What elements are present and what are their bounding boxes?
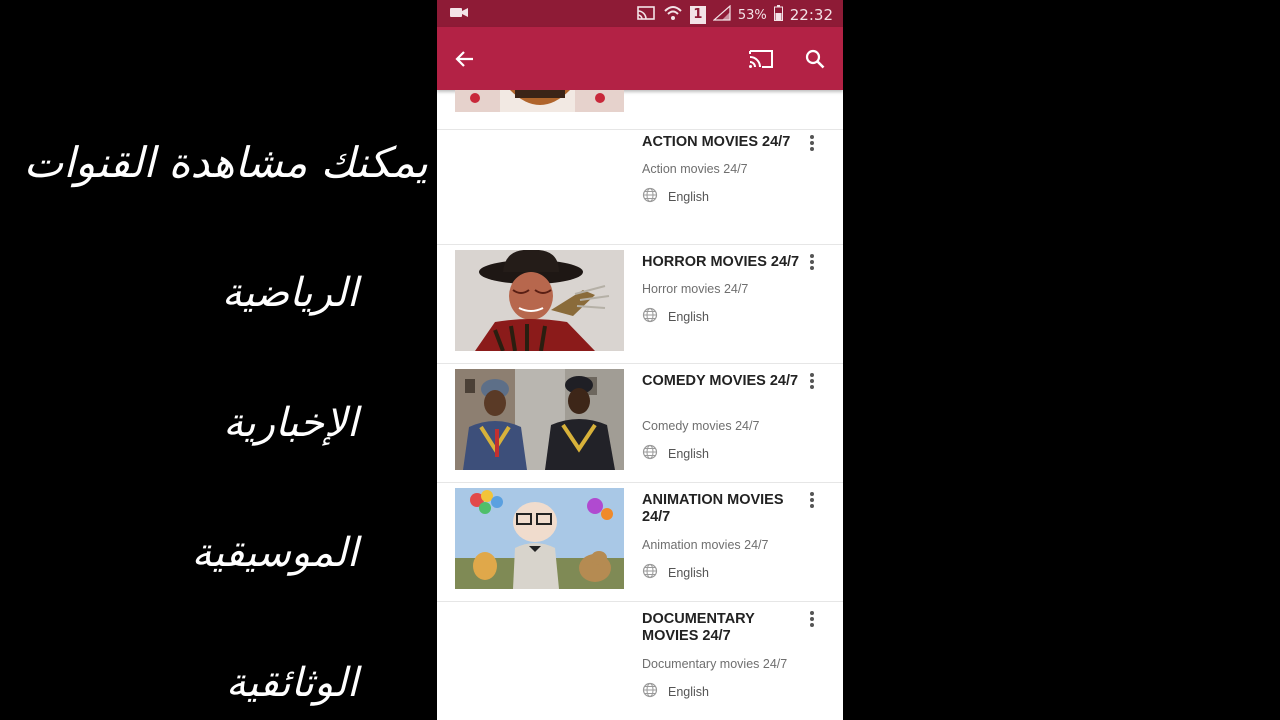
channel-subtitle: Documentary movies 24/7 bbox=[642, 657, 788, 671]
channel-subtitle: Action movies 24/7 bbox=[642, 162, 748, 176]
clock: 22:32 bbox=[789, 6, 833, 24]
globe-icon bbox=[642, 307, 658, 326]
list-item[interactable]: DOCUMENTARY MOVIES 24/7 Documentary movi… bbox=[437, 602, 843, 720]
back-arrow-icon[interactable] bbox=[451, 45, 479, 73]
globe-icon bbox=[642, 563, 658, 582]
globe-icon bbox=[642, 187, 658, 206]
more-options-icon[interactable] bbox=[803, 489, 821, 511]
channel-subtitle: Comedy movies 24/7 bbox=[642, 419, 760, 433]
list-item[interactable]: COMEDY MOVIES 24/7 Comedy movies 24/7 En… bbox=[437, 364, 843, 483]
channel-language: English bbox=[668, 565, 709, 580]
more-options-icon[interactable] bbox=[803, 608, 821, 630]
globe-icon bbox=[642, 682, 658, 701]
app-bar bbox=[437, 27, 843, 90]
sim-badge: 1 bbox=[689, 6, 706, 24]
channel-language: English bbox=[668, 189, 709, 204]
battery-icon bbox=[773, 5, 783, 25]
list-item[interactable]: HORROR MOVIES 24/7 Horror movies 24/7 En… bbox=[437, 245, 843, 364]
video-camera-icon bbox=[449, 5, 469, 23]
overlay-caption-4: الموسيقية bbox=[191, 530, 358, 576]
cast-status-icon bbox=[636, 5, 656, 25]
channel-title: COMEDY MOVIES 24/7 bbox=[642, 373, 799, 389]
more-options-icon[interactable] bbox=[803, 251, 821, 273]
signal-icon bbox=[712, 4, 731, 25]
channel-list: ACTION MOVIES 24/7 Action movies 24/7 En… bbox=[437, 90, 843, 720]
channel-subtitle: Horror movies 24/7 bbox=[642, 282, 749, 296]
channel-title: DOCUMENTARY MOVIES 24/7 bbox=[642, 611, 755, 644]
cast-icon[interactable] bbox=[747, 45, 775, 73]
overlay-caption-1: يمكنك مشاهدة القنوات bbox=[23, 138, 428, 187]
more-options-icon[interactable] bbox=[803, 132, 821, 154]
phone-screen: 1 53% 22:32 ACTION MOVIES 24/7 Action mo… bbox=[437, 0, 843, 720]
battery-percent: 53% bbox=[737, 7, 767, 23]
channel-subtitle: Animation movies 24/7 bbox=[642, 538, 769, 552]
more-options-icon[interactable] bbox=[803, 370, 821, 392]
list-item[interactable]: ANIMATION MOVIES 24/7 Animation movies 2… bbox=[437, 483, 843, 602]
overlay-caption-5: الوثائقية bbox=[225, 660, 358, 706]
thumbnail bbox=[455, 130, 624, 231]
list-item[interactable]: ACTION MOVIES 24/7 Action movies 24/7 En… bbox=[437, 120, 843, 245]
channel-language: English bbox=[668, 446, 709, 461]
thumbnail-partial bbox=[455, 90, 624, 112]
overlay-caption-3: الإخبارية bbox=[223, 400, 358, 446]
channel-language: English bbox=[668, 309, 709, 324]
channel-title: ACTION MOVIES 24/7 bbox=[642, 134, 791, 150]
channel-language: English bbox=[668, 684, 709, 699]
search-icon[interactable] bbox=[801, 45, 829, 73]
overlay-caption-2: الرياضية bbox=[221, 270, 358, 316]
thumbnail bbox=[455, 369, 624, 470]
thumbnail bbox=[455, 607, 624, 708]
wifi-icon bbox=[663, 4, 683, 26]
channel-title: HORROR MOVIES 24/7 bbox=[642, 254, 800, 270]
globe-icon bbox=[642, 444, 658, 463]
thumbnail bbox=[455, 488, 624, 589]
channel-title: ANIMATION MOVIES 24/7 bbox=[642, 492, 784, 525]
thumbnail bbox=[455, 250, 624, 351]
status-bar: 1 53% 22:32 bbox=[437, 0, 843, 27]
